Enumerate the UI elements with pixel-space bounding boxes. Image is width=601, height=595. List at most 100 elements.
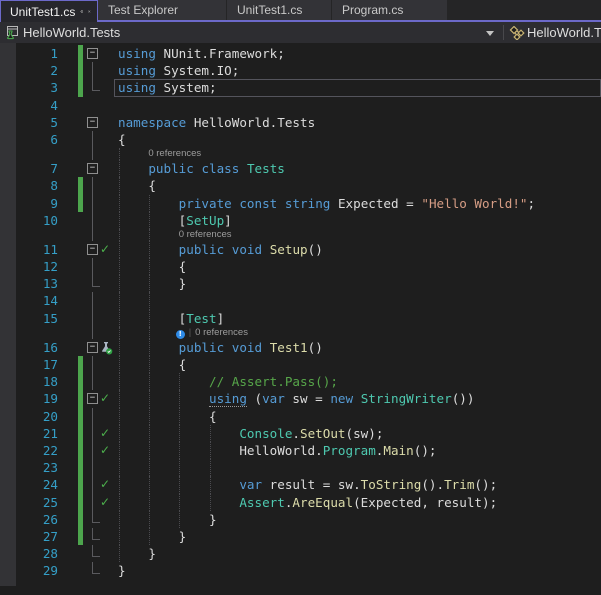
tab-test-explorer[interactable]: Test Explorer xyxy=(98,0,227,20)
code-text[interactable]: } xyxy=(118,528,187,545)
fold-collapse-box[interactable]: − xyxy=(87,341,98,353)
change-tracking-bar xyxy=(78,527,83,546)
codelens-references-link[interactable]: 0 references xyxy=(179,229,232,241)
code-text[interactable]: [Test] xyxy=(118,310,225,327)
tab-program-cs[interactable]: Program.cs xyxy=(332,0,448,20)
code-text[interactable]: using NUnit.Framework; xyxy=(118,45,285,62)
code-text[interactable]: public void Setup() xyxy=(118,241,323,258)
test-passed-check-icon[interactable]: ✓ xyxy=(100,442,110,459)
code-text[interactable]: } xyxy=(118,275,187,292)
test-passed-check-icon[interactable]: ✓ xyxy=(100,425,110,442)
line-number: 17 xyxy=(42,357,58,372)
code-text[interactable]: public class Tests xyxy=(118,160,285,177)
code-text[interactable]: { xyxy=(118,408,217,425)
indent-guide xyxy=(209,459,211,477)
current-line-highlight xyxy=(114,79,601,97)
code-text[interactable]: Console.SetOut(sw); xyxy=(118,425,383,442)
code-line-8: 8 { xyxy=(0,177,601,195)
change-tracking-bar xyxy=(78,476,83,494)
code-text[interactable]: [SetUp] xyxy=(118,212,232,229)
code-line-14: 14 xyxy=(0,292,601,310)
code-text[interactable]: namespace HelloWorld.Tests xyxy=(118,114,315,131)
change-tracking-bar xyxy=(78,45,83,63)
code-line-1: 1 − using NUnit.Framework; xyxy=(0,45,601,63)
line-number: 11 xyxy=(42,241,58,257)
line-number: 19 xyxy=(42,391,58,407)
code-text[interactable]: } xyxy=(118,545,156,562)
codelens-references-link[interactable]: ! | 0 references xyxy=(175,326,248,339)
indent-guide xyxy=(148,459,150,477)
fold-guide-end xyxy=(92,79,93,91)
test-passed-check-icon[interactable]: ✓ xyxy=(100,390,110,407)
change-tracking-bar xyxy=(78,459,83,477)
test-passed-check-icon[interactable]: ✓ xyxy=(100,494,110,511)
code-line-16: 16 − public void Test1() xyxy=(0,338,601,356)
codelens-references-link[interactable]: 0 references xyxy=(148,148,201,160)
code-line-19: 19 − ✓ using (var sw = new StringWriter()) xyxy=(0,390,601,408)
code-text[interactable]: public void Test1() xyxy=(118,339,323,356)
code-text[interactable]: private const string Expected = "Hello W… xyxy=(118,195,535,212)
code-text[interactable]: } xyxy=(118,562,126,579)
code-text[interactable]: { xyxy=(118,131,126,148)
pin-icon[interactable] xyxy=(80,6,84,17)
line-number: 28 xyxy=(42,546,58,562)
line-number: 10 xyxy=(42,212,58,228)
chevron-down-icon[interactable] xyxy=(486,31,494,36)
code-text[interactable]: { xyxy=(118,177,156,194)
indent-guide xyxy=(118,228,120,241)
fold-guide-end xyxy=(92,286,100,288)
fold-collapse-box[interactable]: − xyxy=(87,163,98,175)
breadcrumb-type-dropdown[interactable]: HelloWorld.Tests xyxy=(527,22,601,43)
line-number: 13 xyxy=(42,276,58,292)
line-number: 29 xyxy=(42,563,58,579)
code-line-18: 18 // Assert.Pass(); xyxy=(0,373,601,391)
fold-guide-end xyxy=(92,521,100,523)
code-text[interactable]: using System.IO; xyxy=(118,62,239,79)
fold-guide-end xyxy=(92,538,100,540)
code-text[interactable]: } xyxy=(118,511,217,528)
codelens-separator: | xyxy=(188,326,192,338)
code-text[interactable]: { xyxy=(118,356,187,373)
line-number: 3 xyxy=(50,80,58,96)
line-number: 8 xyxy=(50,178,58,194)
fold-guide-end xyxy=(92,556,100,558)
code-line-29: 29} xyxy=(0,562,601,579)
visual-studio-window: UnitTest1.cs Test Explorer UnitTest1.cs Pr… xyxy=(0,0,601,595)
change-tracking-bar xyxy=(78,407,83,425)
code-line-12: 12 { xyxy=(0,258,601,276)
line-number: 27 xyxy=(42,528,58,544)
indent-guide xyxy=(148,292,150,310)
code-text[interactable]: Assert.AreEqual(Expected, result); xyxy=(118,494,497,511)
code-text[interactable]: // Assert.Pass(); xyxy=(118,373,338,390)
codelens-row: 0 references xyxy=(0,228,601,241)
line-number: 18 xyxy=(42,374,58,390)
fold-guide-line xyxy=(92,211,93,229)
breadcrumb-project-dropdown[interactable]: HelloWorld.Tests xyxy=(23,22,120,43)
test-passed-check-icon[interactable]: ✓ xyxy=(100,241,110,258)
code-editor[interactable]: 1 − using NUnit.Framework; 2 using System.IO… xyxy=(0,43,601,595)
test-passed-check-icon[interactable]: ✓ xyxy=(100,476,110,493)
line-number: 21 xyxy=(42,425,58,441)
code-text[interactable]: HelloWorld.Program.Main(); xyxy=(118,442,436,459)
fold-collapse-box[interactable]: − xyxy=(87,116,98,128)
fold-guide-end xyxy=(92,510,93,522)
change-tracking-bar xyxy=(78,177,83,195)
fold-collapse-box[interactable]: − xyxy=(87,48,98,59)
code-line-26: 26 } xyxy=(0,510,601,528)
fold-guide-line xyxy=(92,130,93,149)
fold-collapse-box[interactable]: − xyxy=(87,393,98,405)
test-project-icon xyxy=(4,25,19,45)
code-line-20: 20 { xyxy=(0,407,601,425)
tab-unittest1-cs[interactable]: UnitTest1.cs xyxy=(227,0,332,20)
code-text[interactable]: { xyxy=(118,258,187,275)
code-line-11: 11 − ✓ public void Setup() xyxy=(0,240,601,259)
code-text[interactable]: var result = sw.ToString().Trim(); xyxy=(118,476,497,493)
codelens-info-icon[interactable]: ! xyxy=(175,329,185,339)
indent-guide xyxy=(179,459,181,477)
code-line-2: 2 using System.IO; xyxy=(0,62,601,80)
tab-unittest1-active[interactable]: UnitTest1.cs xyxy=(0,0,98,22)
close-icon[interactable] xyxy=(88,7,91,16)
code-text[interactable]: using (var sw = new StringWriter()) xyxy=(118,390,474,408)
fold-collapse-box[interactable]: − xyxy=(87,243,98,255)
code-line-28: 28 } xyxy=(0,545,601,563)
